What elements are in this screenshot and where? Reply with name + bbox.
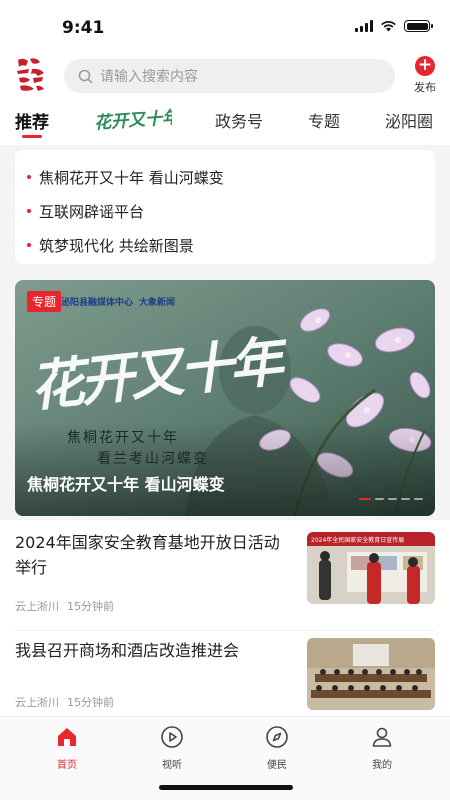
- carousel-dot[interactable]: [375, 498, 384, 500]
- huakai-calligraphy-logo: 花开又十年: [94, 108, 182, 134]
- banner-caption: 焦桐花开又十年 看山河蝶变: [27, 475, 225, 494]
- topic-badge: 专题: [27, 291, 62, 312]
- headline-text: 焦桐花开又十年 看山河蝶变: [39, 168, 224, 187]
- bullet-dot: [27, 175, 31, 179]
- news-list: 2024年国家安全教育基地开放日活动举行 云上淅川 15分钟前 2024年全民国…: [0, 520, 450, 716]
- search-placeholder: 请输入搜索内容: [100, 69, 198, 85]
- news-meta: 云上淅川 15分钟前: [15, 598, 114, 614]
- channel-tabs: 推荐 花开又十年 政务号 专题 泌阳圈: [0, 104, 450, 138]
- news-item[interactable]: 2024年国家安全教育基地开放日活动举行 云上淅川 15分钟前 2024年全民国…: [15, 530, 435, 616]
- headline-card: 焦桐花开又十年 看山河蝶变 互联网辟谣平台 筑梦现代化 共绘新图景: [15, 150, 435, 264]
- nav-services[interactable]: 便民: [247, 725, 307, 771]
- home-indicator[interactable]: [159, 785, 293, 790]
- bullet-dot: [27, 243, 31, 247]
- tab-topics[interactable]: 专题: [308, 108, 340, 132]
- wifi-icon: [381, 21, 396, 32]
- feature-banner[interactable]: 专题 泌阳县融媒体中心 大象新闻 花开又十年 焦桐花开又十年 看兰考山河蝶变 焦…: [15, 280, 435, 516]
- battery-icon: [404, 20, 433, 32]
- news-source: 云上淅川: [15, 696, 59, 709]
- news-title: 我县召开商场和酒店改造推进会: [15, 641, 240, 660]
- carousel-dot[interactable]: [388, 498, 397, 500]
- nav-label: 视听: [162, 760, 182, 771]
- tab-huakai-logo[interactable]: 花开又十年: [92, 104, 182, 134]
- carousel-indicator[interactable]: [359, 498, 423, 500]
- banner-subtitle: 焦桐花开又十年: [67, 430, 179, 446]
- banner-brands: 泌阳县融媒体中心 大象新闻: [61, 295, 175, 308]
- event-photo: 2024年全民国家安全教育日宣传展: [307, 532, 435, 604]
- nav-label: 我的: [372, 760, 392, 771]
- publish-label: 发布: [414, 81, 436, 94]
- headline-item[interactable]: 筑梦现代化 共绘新图景: [27, 228, 423, 262]
- carousel-dot[interactable]: [414, 498, 423, 500]
- huakai-logo-text: 花开又十年: [94, 108, 172, 134]
- status-bar: 9:41: [0, 0, 450, 54]
- publish-button[interactable]: + 发布: [408, 54, 442, 98]
- news-meta: 云上淅川 15分钟前: [15, 694, 114, 710]
- headline-item[interactable]: 互联网辟谣平台: [27, 194, 423, 228]
- carousel-dot[interactable]: [359, 498, 371, 500]
- news-time: 15分钟前: [67, 600, 114, 613]
- status-time: 9:41: [62, 18, 105, 38]
- tab-recommend[interactable]: 推荐: [15, 108, 49, 133]
- search-input[interactable]: 请输入搜索内容: [64, 59, 395, 93]
- active-tab-indicator: [22, 135, 42, 138]
- brand-label: 大象新闻: [139, 298, 176, 308]
- headline-text: 互联网辟谣平台: [39, 202, 145, 221]
- banner-subtitle: 看兰考山河蝶变: [97, 451, 209, 467]
- headline-item[interactable]: 焦桐花开又十年 看山河蝶变: [27, 160, 423, 194]
- divider: [15, 630, 435, 631]
- news-item[interactable]: 我县召开商场和酒店改造推进会 云上淅川 15分钟前: [15, 638, 435, 714]
- meeting-photo: [307, 638, 435, 710]
- home-icon: [58, 728, 76, 746]
- headline-text: 筑梦现代化 共绘新图景: [39, 236, 194, 255]
- status-icons: [355, 20, 433, 32]
- news-title: 2024年国家安全教育基地开放日活动举行: [15, 533, 280, 577]
- tab-government[interactable]: 政务号: [215, 108, 263, 132]
- profile-icon: [372, 727, 392, 747]
- play-icon: [161, 726, 183, 748]
- nav-profile[interactable]: 我的: [352, 725, 412, 771]
- brand-label: 泌阳县融媒体中心: [61, 298, 134, 308]
- tab-biyang-circle[interactable]: 泌阳圈: [385, 108, 433, 132]
- bullet-dot: [27, 209, 31, 213]
- news-thumbnail: [307, 638, 435, 710]
- nav-video[interactable]: 视听: [142, 725, 202, 771]
- nav-label: 首页: [57, 760, 77, 771]
- news-thumbnail: 2024年全民国家安全教育日宣传展: [307, 532, 435, 604]
- cellular-signal-icon: [355, 20, 373, 32]
- carousel-dot[interactable]: [401, 498, 410, 500]
- plus-icon: +: [415, 56, 435, 76]
- thumbnail-banner-text: 2024年全民国家安全教育日宣传展: [311, 536, 404, 544]
- nav-home[interactable]: 首页: [37, 725, 97, 771]
- news-source: 云上淅川: [15, 600, 59, 613]
- app-logo[interactable]: [14, 56, 48, 94]
- header: 请输入搜索内容 + 发布: [0, 54, 450, 98]
- nav-label: 便民: [267, 760, 287, 771]
- search-icon: [78, 69, 93, 83]
- news-time: 15分钟前: [67, 696, 114, 709]
- compass-icon: [266, 726, 288, 748]
